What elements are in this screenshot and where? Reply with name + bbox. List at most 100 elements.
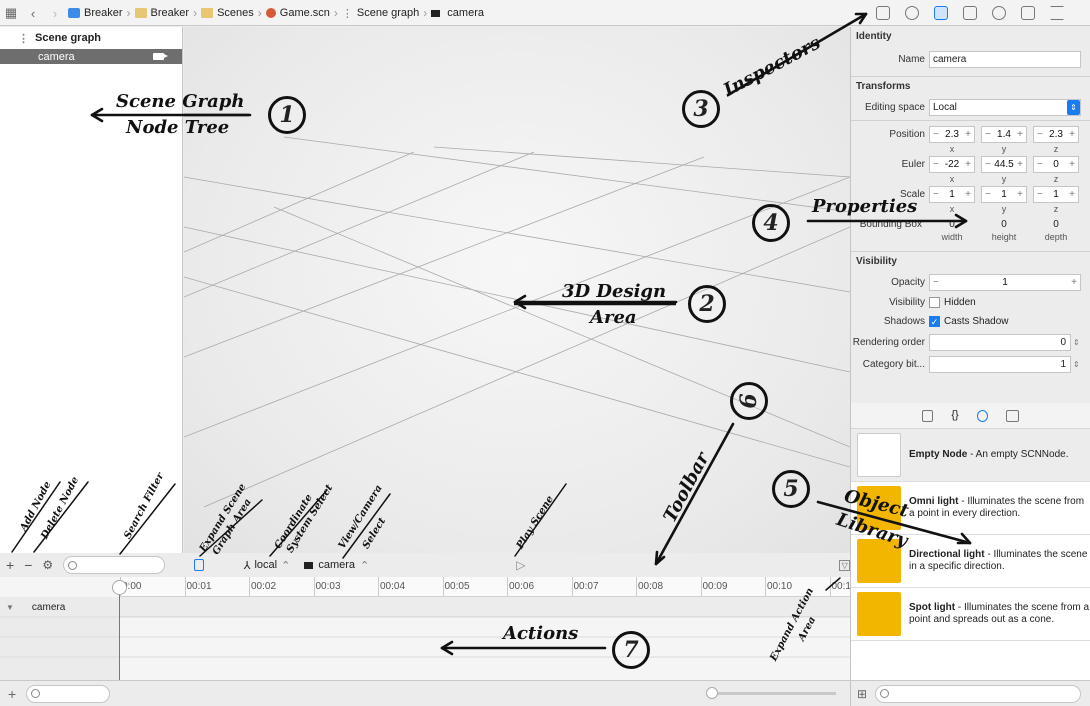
library-item[interactable]: Spot light - Illuminates the scene from …	[851, 588, 1090, 641]
crumb-camera[interactable]: camera	[429, 7, 486, 19]
casts-shadow-checkbox[interactable]: ✓	[929, 315, 940, 327]
zoom-slider-knob[interactable]	[706, 687, 719, 699]
attributes-inspector-icon[interactable]	[962, 6, 977, 20]
position-label: Position	[889, 128, 925, 140]
expand-scene-graph-button[interactable]	[194, 559, 204, 571]
library-tabs: {}	[851, 403, 1090, 429]
crumb-scenes[interactable]: Scenes	[199, 7, 256, 19]
object-library-icon[interactable]	[976, 409, 988, 422]
name-field[interactable]: camera	[929, 50, 1081, 68]
axis-y-label: y	[1001, 204, 1007, 214]
scene-inspector-icon[interactable]	[1050, 6, 1065, 20]
gear-icon[interactable]: ⚙	[42, 558, 53, 572]
back-icon[interactable]: ‹	[22, 6, 44, 21]
library-item-desc: - An empty SCNNode.	[967, 449, 1069, 460]
library-item-name: Directional light	[909, 549, 985, 560]
bbox-width-label: width	[941, 232, 963, 242]
annotation-badge-1: 1	[268, 96, 306, 134]
code-snippet-icon[interactable]: {}	[951, 410, 958, 421]
crumb-folder[interactable]: Breaker	[133, 7, 192, 19]
zoom-slider[interactable]	[706, 687, 837, 699]
annotation-badge-5: 5	[772, 470, 810, 508]
delete-node-button[interactable]: −	[24, 557, 32, 573]
bottom-bar: +	[0, 680, 850, 706]
scale-x-stepper[interactable]: −1 +	[929, 185, 975, 203]
annotation-3d-design: 3D Design	[562, 281, 667, 302]
coordinate-system-select[interactable]: ⅄ local ⌃	[244, 559, 291, 572]
crumb-scene-graph[interactable]: ⋮ Scene graph	[340, 7, 421, 20]
position-y-stepper[interactable]: −1.4 +	[981, 125, 1027, 143]
bbox-depth: 0	[1053, 218, 1059, 230]
file-inspector-icon[interactable]	[875, 6, 890, 20]
project-icon	[68, 8, 80, 18]
file-template-icon[interactable]	[922, 409, 934, 422]
position-x-stepper[interactable]: −2.3 +	[929, 125, 975, 143]
library-item-name: Spot light	[909, 602, 956, 613]
library-bottom-bar: ⊞	[850, 680, 1090, 706]
library-item-icon	[857, 592, 901, 636]
bbox-height-label: height	[991, 232, 1017, 242]
annotation-badge-2: 2	[688, 285, 726, 323]
stepper-arrows-icon[interactable]: ⇕	[1073, 360, 1080, 369]
axis-z-label: z	[1053, 144, 1059, 154]
popup-arrows-icon: ⇕	[1067, 99, 1080, 115]
crumb-file[interactable]: Game.scn	[264, 7, 332, 19]
shadows-label: Shadows	[883, 315, 925, 327]
material-inspector-icon[interactable]	[992, 6, 1007, 20]
physics-inspector-icon[interactable]	[1021, 6, 1036, 20]
crumb-project[interactable]: Breaker	[66, 7, 125, 19]
action-filter-input[interactable]	[26, 684, 111, 703]
add-action-button[interactable]: +	[8, 686, 16, 702]
casts-shadow-label: Casts Shadow	[944, 315, 1009, 327]
camera-select[interactable]: camera ⌃	[304, 559, 369, 572]
bbox-width: 0	[949, 218, 955, 230]
library-item[interactable]: Empty Node - An empty SCNNode.	[851, 429, 1090, 482]
euler-label: Euler	[901, 158, 925, 170]
grid-view-icon[interactable]: ⊞	[857, 687, 867, 701]
help-inspector-icon[interactable]	[904, 6, 919, 20]
media-library-icon[interactable]	[1005, 409, 1019, 422]
node-inspector-icon[interactable]	[933, 6, 948, 20]
axis-x-label: x	[949, 204, 955, 214]
axis-icon: ⅄	[243, 559, 251, 572]
axis-y-label: y	[1001, 174, 1007, 184]
editing-space-select[interactable]: Local ⇕	[929, 98, 1081, 116]
playhead[interactable]	[119, 584, 120, 680]
filter-icon	[68, 560, 78, 570]
search-filter-input[interactable]	[63, 556, 166, 574]
annotation-badge-7: 7	[612, 631, 650, 669]
euler-y-stepper[interactable]: −44.5 +	[981, 155, 1027, 173]
scale-z-stepper[interactable]: −1 +	[1033, 185, 1079, 203]
library-item-icon	[857, 433, 901, 477]
scale-y-stepper[interactable]: −1 +	[981, 185, 1027, 203]
hidden-checkbox[interactable]	[929, 296, 940, 308]
add-node-button[interactable]: +	[6, 557, 14, 573]
scene-file-icon	[265, 8, 276, 18]
forward-icon[interactable]: ›	[44, 6, 66, 21]
playhead-handle[interactable]	[112, 580, 127, 595]
axis-z-label: z	[1053, 174, 1059, 184]
euler-x-stepper[interactable]: − -22 +	[929, 155, 975, 173]
library-item-name: Omni light	[909, 496, 959, 507]
opacity-stepper[interactable]: −1 +	[929, 273, 1081, 291]
expand-action-area-button[interactable]: ▽	[839, 559, 850, 571]
transforms-section-title: Transforms	[856, 81, 911, 92]
library-item-name: Empty Node	[909, 449, 968, 460]
category-bit-field[interactable]: 1	[929, 355, 1071, 373]
bbox-depth-label: depth	[1044, 232, 1068, 242]
filter-icon	[880, 689, 890, 698]
rendering-order-field[interactable]: 0	[929, 333, 1071, 351]
library-filter-input[interactable]	[875, 684, 1082, 703]
scene-graph-node-camera[interactable]: camera	[0, 49, 182, 64]
hidden-label: Hidden	[944, 296, 976, 308]
position-z-stepper[interactable]: −2.3 +	[1033, 125, 1079, 143]
annotation-badge-3: 3	[682, 90, 720, 128]
folder-icon	[134, 8, 147, 18]
stepper-arrows-icon[interactable]: ⇕	[1073, 338, 1080, 347]
grid-icon[interactable]: ▦	[0, 5, 22, 21]
play-scene-button[interactable]: ▷	[516, 558, 525, 572]
axis-x-label: x	[949, 174, 955, 184]
annotation-badge-6: 6	[730, 382, 768, 420]
euler-z-stepper[interactable]: −0 +	[1033, 155, 1079, 173]
folder-icon	[201, 8, 214, 18]
